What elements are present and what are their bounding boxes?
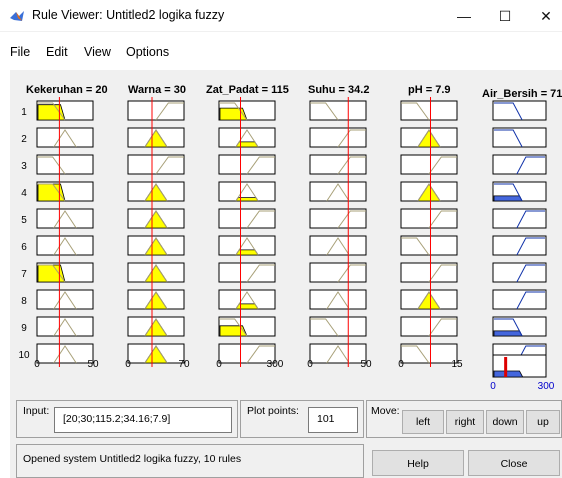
rule-plots[interactable]: 123456789100 50 0 70 0 300 0 50 0 150 300 [0, 0, 562, 392]
aggregate-output-fill [493, 370, 524, 378]
rule-number: 2 [21, 134, 27, 145]
mf-fire-fill [37, 104, 66, 121]
status-message: Opened system Untitled2 logika fuzzy, 10… [23, 453, 242, 465]
close-button[interactable]: Close [468, 450, 560, 476]
mf-plot-box [400, 316, 458, 337]
move-label: Move: [371, 405, 400, 417]
rule-number: 9 [21, 323, 27, 334]
output-mf-box [492, 289, 547, 310]
mf-plot-box [218, 262, 276, 283]
axis-tick-max: 70 [178, 359, 190, 370]
rule-number: 1 [21, 107, 27, 118]
output-mf-box [492, 127, 547, 148]
axis-tick-max: 15 [451, 359, 463, 370]
axis-tick-min: 0 [34, 359, 40, 370]
mf-plot-box [400, 154, 458, 175]
help-button[interactable]: Help [372, 450, 464, 476]
rule-number: 8 [21, 296, 27, 307]
input-vector-field[interactable]: [20;30;115.2;34.16;7.9] [54, 407, 232, 433]
plot-points-field[interactable]: 101 [308, 407, 358, 433]
rule-number: 4 [21, 188, 27, 199]
mf-plot-box [127, 100, 185, 121]
mf-plot-box [400, 235, 458, 256]
output-mf-box [492, 100, 547, 121]
rule-number: 3 [21, 161, 27, 172]
mf-plot-box [400, 208, 458, 229]
move-left-button[interactable]: left [402, 410, 444, 434]
mf-plot-box [309, 262, 367, 283]
mf-plot-box [309, 208, 367, 229]
rule-number: 7 [21, 269, 27, 280]
mf-plot-box [400, 262, 458, 283]
axis-tick-min: 0 [125, 359, 131, 370]
output-tick-min: 0 [490, 381, 496, 392]
output-fire-fill [493, 330, 523, 337]
mf-fire-fill [37, 183, 66, 202]
output-fire-fill [493, 195, 523, 202]
plot-points-label: Plot points: [247, 405, 299, 417]
mf-plot-box [400, 343, 458, 364]
rule-number: 10 [18, 350, 30, 361]
move-up-button[interactable]: up [526, 410, 560, 434]
mf-plot-box [309, 316, 367, 337]
mf-fire-fill [37, 264, 66, 283]
axis-tick-max: 50 [360, 359, 372, 370]
rule-number: 6 [21, 242, 27, 253]
axis-tick-min: 0 [216, 359, 222, 370]
mf-plot-box [400, 100, 458, 121]
move-right-button[interactable]: right [446, 410, 484, 434]
input-label: Input: [23, 405, 50, 417]
output-tick-max: 300 [538, 381, 555, 392]
mf-plot-box [218, 208, 276, 229]
mf-plot-box [36, 154, 94, 175]
mf-plot-box [127, 154, 185, 175]
mf-plot-box [218, 154, 276, 175]
rule-number: 5 [21, 215, 27, 226]
output-mf-box [492, 262, 547, 283]
output-mf-box [492, 154, 547, 175]
output-mf-box [492, 235, 547, 256]
mf-plot-box [309, 127, 367, 148]
axis-tick-min: 0 [398, 359, 404, 370]
output-mf-box [492, 208, 547, 229]
mf-plot-box [309, 154, 367, 175]
move-down-button[interactable]: down [486, 410, 524, 434]
mf-fire-fill [235, 197, 259, 202]
axis-tick-min: 0 [307, 359, 313, 370]
mf-plot-box [309, 100, 367, 121]
axis-tick-max: 50 [87, 359, 99, 370]
axis-tick-max: 300 [267, 359, 284, 370]
